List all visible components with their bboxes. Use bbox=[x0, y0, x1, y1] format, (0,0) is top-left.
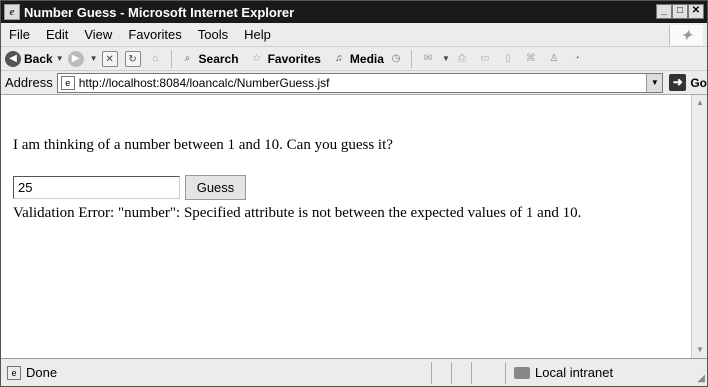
discuss-icon: ▯ bbox=[505, 52, 511, 64]
page-content: I am thinking of a number between 1 and … bbox=[1, 95, 691, 358]
status-pane bbox=[431, 361, 451, 384]
favorites-label: Favorites bbox=[267, 51, 321, 66]
close-button[interactable]: ✕ bbox=[688, 4, 704, 19]
print-button[interactable]: ⎙ bbox=[454, 51, 473, 67]
refresh-button[interactable]: ↻ bbox=[124, 50, 144, 67]
history-button[interactable]: ◷ bbox=[388, 51, 407, 67]
status-pane bbox=[451, 361, 471, 384]
ie-logo-icon: e bbox=[4, 4, 20, 20]
go-button[interactable]: ➜ Go bbox=[669, 74, 707, 91]
address-input[interactable]: e http://localhost:8084/loancalc/NumberG… bbox=[56, 72, 664, 93]
toolbar-separator bbox=[170, 49, 172, 68]
guess-button[interactable]: Guess bbox=[185, 175, 246, 200]
resize-grip-icon[interactable]: ◢ bbox=[697, 373, 705, 384]
menu-edit[interactable]: Edit bbox=[38, 27, 76, 42]
status-bar: e Done Local intranet ◢ bbox=[1, 358, 707, 386]
menu-favorites[interactable]: Favorites bbox=[120, 27, 189, 42]
edit-button[interactable]: ▭ bbox=[477, 51, 496, 67]
vertical-scrollbar[interactable]: ▲ ▼ bbox=[691, 95, 707, 358]
home-icon: ⌂ bbox=[152, 52, 159, 64]
validation-error-message: Validation Error: "number": Specified at… bbox=[13, 205, 582, 221]
windows-flag-icon: ✦ bbox=[669, 25, 703, 45]
address-label: Address bbox=[5, 75, 53, 90]
research-button[interactable]: ⌘ bbox=[523, 51, 542, 67]
minimize-button[interactable]: _ bbox=[656, 4, 672, 19]
scroll-up-icon[interactable]: ▲ bbox=[694, 97, 706, 109]
stop-button[interactable]: ✕ bbox=[101, 50, 121, 67]
security-zone: Local intranet bbox=[505, 361, 614, 384]
search-button[interactable]: ⌕ Search bbox=[180, 51, 239, 67]
title-bar: e Number Guess - Microsoft Internet Expl… bbox=[1, 1, 707, 23]
back-button[interactable]: ◀ Back ▼ bbox=[5, 50, 64, 67]
status-pane bbox=[471, 361, 491, 384]
page-icon: e bbox=[60, 75, 75, 90]
intranet-icon bbox=[514, 366, 530, 379]
status-text: Done bbox=[26, 365, 58, 380]
chat-icon: ◔ bbox=[573, 52, 580, 64]
address-dropdown-icon[interactable]: ▼ bbox=[646, 73, 663, 92]
messenger-button[interactable]: ♙ bbox=[546, 51, 565, 67]
go-label: Go bbox=[690, 75, 707, 90]
window-controls: _ □ ✕ bbox=[656, 4, 704, 19]
home-button[interactable]: ⌂ bbox=[148, 51, 167, 67]
back-arrow-icon: ◀ bbox=[5, 50, 21, 67]
menu-tools[interactable]: Tools bbox=[190, 27, 236, 42]
forward-button[interactable]: ▶ ▼ bbox=[67, 50, 98, 67]
search-icon: ⌕ bbox=[184, 52, 191, 64]
messenger-icon: ♙ bbox=[549, 52, 559, 64]
print-icon: ⎙ bbox=[457, 52, 466, 64]
address-url: http://localhost:8084/loancalc/NumberGue… bbox=[78, 75, 330, 90]
guess-prompt: I am thinking of a number between 1 and … bbox=[13, 137, 393, 153]
mail-icon: ✉ bbox=[423, 52, 433, 64]
research-icon: ⌘ bbox=[525, 52, 536, 64]
scroll-down-icon[interactable]: ▼ bbox=[694, 344, 706, 356]
menu-help[interactable]: Help bbox=[236, 27, 279, 42]
discuss-button[interactable]: ▯ bbox=[500, 51, 519, 67]
address-bar: Address e http://localhost:8084/loancalc… bbox=[1, 71, 707, 95]
menu-bar: File Edit View Favorites Tools Help ✦ bbox=[1, 23, 707, 47]
media-icon: ♫ bbox=[335, 52, 343, 64]
search-label: Search bbox=[198, 51, 239, 66]
toolbar-separator bbox=[410, 49, 412, 68]
menu-file[interactable]: File bbox=[1, 27, 38, 42]
edit-icon: ▭ bbox=[480, 52, 490, 64]
media-label: Media bbox=[349, 51, 384, 66]
status-page-icon: e bbox=[7, 365, 21, 380]
star-icon: ☆ bbox=[252, 52, 262, 64]
zone-label: Local intranet bbox=[535, 365, 614, 380]
history-icon: ◷ bbox=[391, 52, 401, 64]
maximize-button[interactable]: □ bbox=[672, 4, 688, 19]
refresh-icon: ↻ bbox=[124, 50, 141, 67]
back-dropdown-icon[interactable]: ▼ bbox=[56, 54, 64, 63]
guess-number-input[interactable]: 25 bbox=[13, 176, 180, 199]
mail-dropdown-icon[interactable]: ▼ bbox=[442, 54, 450, 63]
go-arrow-icon: ➜ bbox=[669, 74, 687, 91]
mail-button[interactable]: ✉ ▼ bbox=[420, 51, 450, 67]
chat-button[interactable]: ◔ bbox=[569, 51, 588, 67]
back-label: Back bbox=[24, 51, 53, 66]
favorites-button[interactable]: ☆ Favorites bbox=[249, 51, 321, 67]
stop-icon: ✕ bbox=[101, 50, 118, 67]
menu-view[interactable]: View bbox=[76, 27, 120, 42]
window-title: Number Guess - Microsoft Internet Explor… bbox=[24, 4, 295, 20]
toolbar: ◀ Back ▼ ▶ ▼ ✕ ↻ ⌂ ⌕ Search ☆ Favorites … bbox=[1, 47, 707, 71]
forward-arrow-icon: ▶ bbox=[67, 50, 84, 67]
browser-window: e Number Guess - Microsoft Internet Expl… bbox=[0, 0, 708, 387]
forward-dropdown-icon[interactable]: ▼ bbox=[90, 54, 98, 63]
media-button[interactable]: ♫ Media bbox=[331, 51, 384, 67]
status-text-area: e Done bbox=[7, 365, 431, 380]
